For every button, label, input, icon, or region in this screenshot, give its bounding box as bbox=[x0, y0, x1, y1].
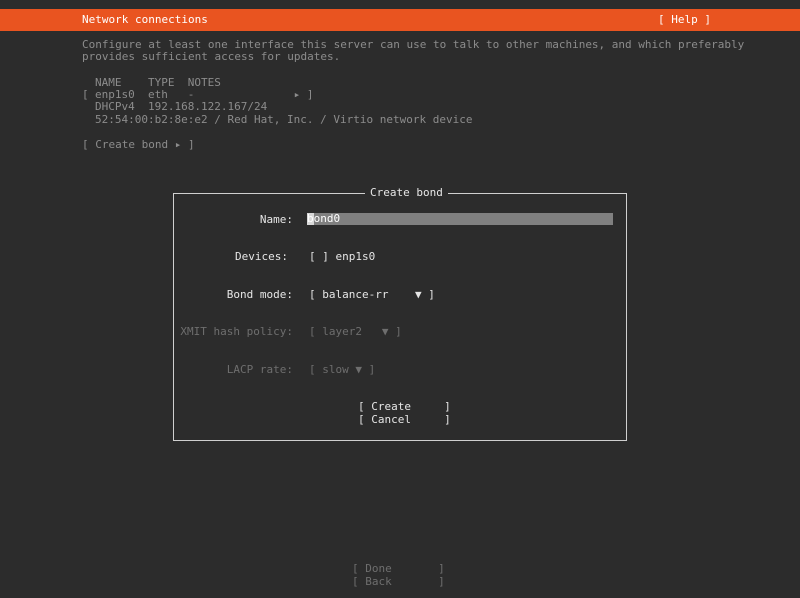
xmit-hash-select[interactable]: [ layer2 ▼ ] bbox=[309, 326, 402, 338]
dialog-title: Create bond bbox=[365, 187, 448, 199]
name-input[interactable] bbox=[307, 213, 613, 225]
cancel-button[interactable]: [ Cancel ] bbox=[358, 414, 451, 426]
bond-mode-label: Bond mode: bbox=[226, 288, 293, 301]
table-row-bracket: [ bbox=[82, 88, 89, 101]
header-bar: Network connections [ Help ] bbox=[0, 9, 800, 31]
devices-label: Devices: bbox=[235, 250, 288, 263]
page-title: Network connections bbox=[82, 13, 208, 26]
bond-mode-select[interactable]: [ balance-rr ▼ ] bbox=[309, 289, 435, 301]
create-bond-dialog: Create bond Name: bond0 Devices: [ ] enp… bbox=[173, 187, 627, 441]
help-button[interactable]: [ Help ] bbox=[658, 13, 711, 26]
create-button[interactable]: [ Create ] bbox=[358, 401, 451, 413]
back-button[interactable]: [ Back ] bbox=[352, 576, 445, 588]
name-input-value: bond0 bbox=[307, 212, 341, 225]
name-label: Name: bbox=[259, 213, 293, 226]
interface-detail-mac: 52:54:00:b2:8e:e2 / Red Hat, Inc. / Virt… bbox=[95, 113, 473, 126]
xmit-hash-label: XMIT hash policy: bbox=[180, 325, 293, 338]
installer-screen: Network connections [ Help ] Configure a… bbox=[0, 0, 800, 598]
device-checkbox-enp1s0[interactable]: [ ] enp1s0 bbox=[309, 251, 375, 263]
intro-line-2: provides sufficient access for updates. bbox=[82, 50, 341, 63]
done-button[interactable]: [ Done ] bbox=[352, 563, 445, 575]
lacp-rate-select[interactable]: [ slow ▼ ] bbox=[309, 364, 375, 376]
create-bond-button[interactable]: [ Create bond ▸ ] bbox=[82, 139, 195, 151]
lacp-rate-label: LACP rate: bbox=[226, 363, 293, 376]
interface-detail-dhcp: DHCPv4 192.168.122.167/24 bbox=[95, 100, 268, 113]
